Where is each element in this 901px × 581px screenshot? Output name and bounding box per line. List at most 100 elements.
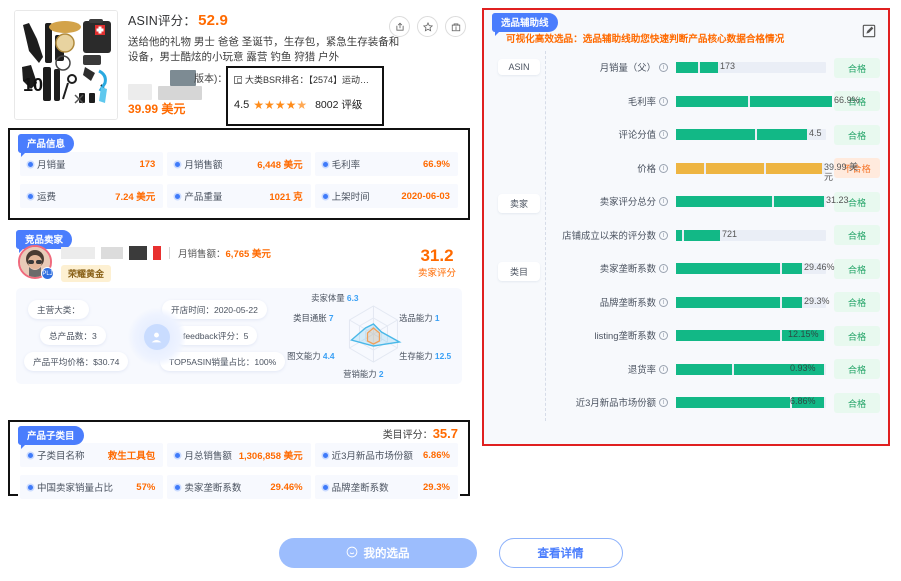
bar-segment (676, 162, 704, 174)
metric-row: 月销量（父） i 173 合格 (556, 51, 880, 85)
metric-row: 卖家评分总分 i 31.23 合格 (556, 185, 880, 219)
copy-icon[interactable] (234, 75, 242, 84)
info-icon[interactable]: i (659, 96, 668, 106)
bar-segment (676, 363, 732, 375)
category-score: 类目评分：35.7 (382, 426, 458, 441)
product-thumbnail[interactable]: 10 (14, 10, 118, 120)
helper-panel-tag: 选品辅助线 (492, 13, 558, 36)
metric-bar: 66.9% (676, 95, 860, 107)
redacted-block-1 (128, 84, 152, 100)
category-value: 救生工具包 (107, 451, 156, 462)
competitor-seller-card: 竞品卖家 PLJ 月销售额：6,765 美元 荣耀黄金 31.2 卖家评分 主营… (8, 226, 470, 418)
info-key: 上架时间 (322, 189, 370, 203)
metric-label: 退货率 i (556, 364, 668, 375)
divider (169, 247, 170, 259)
info-value: 6,448 美元 (257, 160, 303, 171)
info-value: 66.9% (423, 158, 450, 170)
status-badge: 合格 (834, 392, 880, 413)
my-selection-label: 我的选品 (363, 548, 410, 560)
seller-pill: 开店时间：2020-05-22 (162, 300, 267, 319)
metric-label: 卖家垄断系数 i (556, 263, 668, 274)
metric-bar: 12.15% (676, 329, 826, 342)
bar-segment (676, 229, 682, 241)
bar-segment (676, 62, 698, 74)
seller-pill: feedback评分：5 (174, 326, 258, 345)
info-icon[interactable]: i (659, 264, 668, 274)
info-key: 产品重量 (175, 189, 222, 203)
info-icon[interactable]: i (659, 398, 668, 408)
metric-row: 价格 i 39.99 美元 不合格 (556, 152, 880, 186)
bar-segment (676, 95, 748, 107)
status-badge: 合格 (834, 325, 880, 346)
bar-value: 173 (720, 61, 736, 72)
info-icon[interactable]: i (659, 130, 668, 140)
star-rating-icon: ★★★★★ (253, 97, 308, 112)
metric-bar: 4.5 (676, 128, 826, 141)
rating-line: 4.5 ★★★★★ 8002 评级 (234, 97, 376, 112)
info-icon[interactable]: i (659, 364, 668, 374)
info-icon[interactable]: i (659, 197, 668, 207)
metric-label: listing垄断系数 i (556, 330, 668, 341)
bullet-icon (175, 452, 181, 458)
metric-row: 评论分值 i 4.5 合格 (556, 118, 880, 152)
cart-icon[interactable] (445, 16, 466, 37)
info-icon[interactable]: i (659, 331, 668, 341)
app-root: 10 ASIN评分： 52.9 送给他的礼物 男士 爸爸 圣诞节，生存包，紧急生存… (0, 0, 901, 581)
view-detail-button[interactable]: 查看详情 (498, 538, 623, 568)
redacted-flag-2 (153, 246, 161, 260)
bullet-icon (175, 161, 181, 167)
variant-row: 版本)： 39.99 美元 大类BSR排名：【2574】运动… 4.5 ★★★★… (128, 66, 466, 126)
bar-value: 31.23 (826, 195, 849, 206)
bsr-rank-line: 大类BSR排名：【2574】运动… (234, 73, 376, 86)
sub-category-tag: 产品子类目 (18, 426, 84, 449)
bar-value: 0.93% (790, 362, 816, 373)
info-icon[interactable]: i (659, 297, 668, 307)
category-item: 子类目名称 救生工具包 (18, 441, 166, 469)
bar-segment (676, 330, 780, 342)
info-icon[interactable]: i (659, 163, 668, 173)
group-label-seller: 卖家 (498, 194, 540, 213)
bar-value: 4.5 (809, 128, 822, 139)
category-key: 子类目名称 (28, 448, 85, 462)
sub-category-card: 产品子类目 类目评分：35.7 子类目名称 救生工具包 月总销售额 1,306,… (8, 420, 470, 501)
bar-segment (676, 397, 790, 409)
bar-segment (750, 95, 832, 107)
user-icon (143, 324, 170, 350)
edit-icon[interactable] (862, 24, 876, 38)
category-item: 月总销售额 1,306,858 美元 (165, 441, 313, 469)
seller-score-value: 31.2 (420, 246, 454, 265)
bar-segment (676, 196, 772, 208)
my-selection-button[interactable]: 我的选品 (278, 538, 477, 568)
radar-label-seller-scale: 卖家体量 6.3 (311, 293, 359, 303)
bar-fill (676, 62, 718, 74)
bar-value: 39.99 美元 (824, 161, 859, 182)
metric-row: 卖家垄断系数 i 29.46% 合格 (556, 252, 880, 286)
star-icon[interactable] (417, 16, 438, 37)
asin-score-label: ASIN评分： (128, 14, 197, 28)
bsr-rank-box: 大类BSR排名：【2574】运动… 4.5 ★★★★★ 8002 评级 (226, 66, 384, 126)
category-value: 29.3% (423, 481, 450, 493)
helper-body: ASIN 卖家 类目 月销量（父） i 173 合格 毛利率 i 66.9% 合… (484, 51, 888, 421)
metric-row: listing垄断系数 i 12.15% 合格 (556, 319, 880, 353)
bar-segment (782, 296, 802, 308)
category-key: 近3月新品市场份额 (322, 448, 413, 462)
bullet-icon (175, 484, 181, 490)
group-label-asin: ASIN (498, 59, 540, 75)
seller-pill: 产品平均价格：$30.74 (24, 352, 129, 371)
info-icon[interactable]: i (659, 230, 668, 240)
bullet-icon (322, 484, 328, 490)
seller-radar-chart: 卖家体量 6.3 选品能力 1 生存能力 12.5 营销能力 2 图文能力 4.… (287, 293, 456, 380)
footer-actions: 我的选品 查看详情 (0, 538, 901, 568)
share-icon[interactable] (389, 16, 410, 37)
info-icon[interactable]: i (659, 63, 668, 73)
info-value: 173 (139, 158, 156, 170)
bar-segment (766, 162, 822, 174)
bar-value: 66.9% (834, 94, 860, 105)
metric-row: 近3月新品市场份额 i 6.86% 合格 (556, 386, 880, 420)
avatar[interactable]: PLJ (18, 245, 54, 280)
seller-orb-decoration (127, 308, 186, 366)
bar-fill (676, 229, 720, 241)
category-item: 卖家垄断系数 29.46% (165, 473, 313, 501)
metric-bar: 39.99 美元 (676, 162, 858, 182)
asin-header: 10 ASIN评分： 52.9 送给他的礼物 男士 爸爸 圣诞节，生存包，紧急生存… (8, 4, 470, 126)
